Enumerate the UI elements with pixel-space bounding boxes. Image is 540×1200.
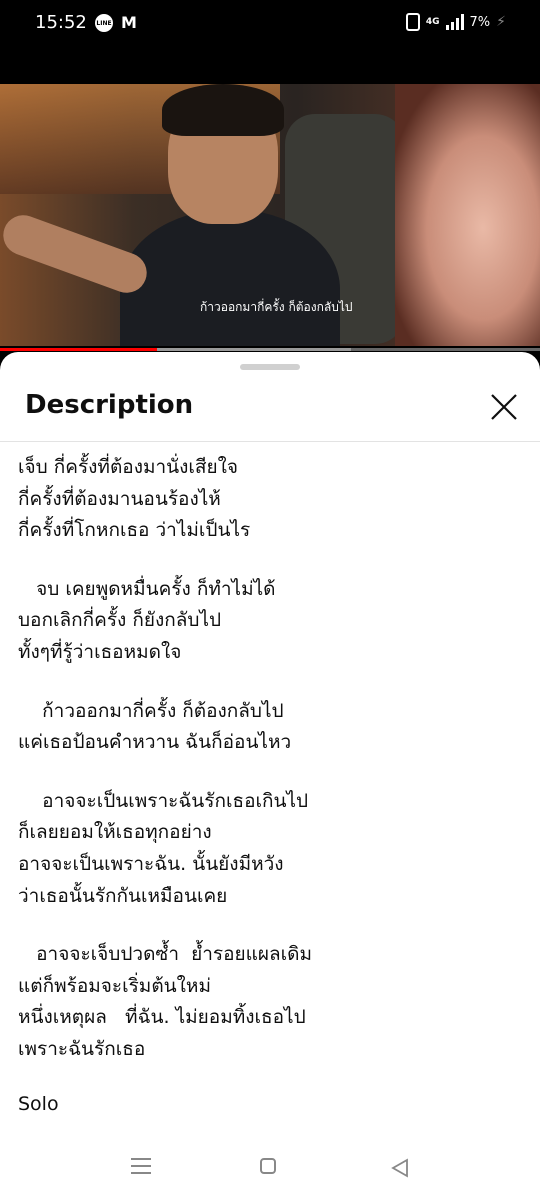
panel-title: Description <box>25 390 194 420</box>
close-button[interactable] <box>484 387 524 427</box>
lyrics-paragraph: อาจจะเจ็บปวดซ้ำ ย้ำรอยแผลเดิม แต่ก็พร้อม… <box>18 939 518 1065</box>
lyrics-line: กี่ครั้งที่ต้องมานอนร้องไห้ <box>18 487 221 510</box>
lyrics-line: ว่าเธอนั้นรักกันเหมือนเคย <box>18 884 228 907</box>
lyrics-line: Solo <box>18 1092 59 1115</box>
lyrics-line: ก้าวออกมากี่ครั้ง ก็ต้องกลับไป <box>18 699 284 722</box>
lyrics-paragraph: อาจจะเป็นเพราะฉันรักเธอเกินไป ก็เลยยอมให… <box>18 786 518 912</box>
panel-divider <box>0 441 540 442</box>
description-text: เจ็บ กี่ครั้งที่ต้องมานั่งเสียใจ กี่ครั้… <box>18 452 518 1147</box>
man-figure-hair <box>162 84 284 136</box>
recent-apps-icon[interactable] <box>131 1158 151 1179</box>
gmail-icon: M <box>121 13 137 32</box>
battery-bolt-icon: ⚡ <box>496 14 506 30</box>
navigation-bar <box>0 1136 540 1200</box>
lyrics-line: จบ เคยพูดหมื่นครั้ง ก็ทำไม่ได้ <box>18 577 276 600</box>
signal-icon <box>445 14 464 30</box>
vibrate-icon <box>405 13 420 31</box>
lyrics-line: เจ็บ กี่ครั้งที่ต้องมานั่งเสียใจ <box>18 456 239 478</box>
lyrics-line: แต่ก็พร้อมจะเริ่มต้นใหม่ <box>18 974 211 997</box>
home-icon[interactable] <box>260 1158 276 1174</box>
lyrics-paragraph: Solo <box>18 1089 518 1121</box>
system-icons: 4G 7% ⚡ <box>405 13 506 31</box>
line-app-icon: LINE <box>95 14 113 32</box>
woman-figure <box>395 84 540 346</box>
lyrics-line: แค่เธอป้อนคำหวาน ฉันก็อ่อนไหว <box>18 731 292 754</box>
battery-label: 7% <box>469 14 491 30</box>
lyrics-paragraph: เจ็บ กี่ครั้งที่ต้องมานั่งเสียใจ กี่ครั้… <box>18 452 518 547</box>
lyrics-line: กี่ครั้งที่โกหกเธอ ว่าไม่เป็นไร <box>18 519 251 542</box>
status-time: 15:52 <box>35 12 87 33</box>
drag-handle[interactable] <box>240 364 300 370</box>
lyrics-line: อาจจะเป็นเพราะฉัน. นั้นยังมีหวัง <box>18 852 284 875</box>
lyrics-paragraph: ก้าวออกมากี่ครั้ง ก็ต้องกลับไป แค่เธอป้อ… <box>18 696 518 759</box>
close-icon <box>491 394 517 420</box>
progress-buffered <box>156 348 351 351</box>
status-bar: 15:52 LINE M 4G 7% ⚡ <box>0 0 540 48</box>
progress-played[interactable] <box>0 348 157 351</box>
network-type-label: 4G <box>425 17 440 27</box>
lyrics-line: อาจจะเจ็บปวดซ้ำ ย้ำรอยแผลเดิม <box>18 943 312 966</box>
lyrics-line: ก็เลยยอมให้เธอทุกอย่าง <box>18 821 212 844</box>
lyrics-line: หนึ่งเหตุผล ที่ฉัน. ไม่ยอมทิ้งเธอไป <box>18 1006 306 1029</box>
lyrics-line: ทั้งๆที่รู้ว่าเธอหมดใจ <box>18 640 182 663</box>
lyrics-paragraph: จบ เคยพูดหมื่นครั้ง ก็ทำไม่ได้ บอกเลิกกี… <box>18 574 518 669</box>
lyrics-line: เพราะฉันรักเธอ <box>18 1037 146 1060</box>
description-panel: Description เจ็บ กี่ครั้งที่ต้องมานั่งเส… <box>0 352 540 1200</box>
back-icon[interactable] <box>390 1158 410 1182</box>
video-subtitle: ก้าวออกมากี่ครั้ง ก็ต้องกลับไป <box>200 300 353 314</box>
video-player[interactable]: ก้าวออกมากี่ครั้ง ก็ต้องกลับไป <box>0 84 540 346</box>
lyrics-line: อาจจะเป็นเพราะฉันรักเธอเกินไป <box>18 789 309 812</box>
notification-icons: LINE M <box>95 14 137 32</box>
lyrics-line: บอกเลิกกี่ครั้ง ก็ยังกลับไป <box>18 609 222 632</box>
